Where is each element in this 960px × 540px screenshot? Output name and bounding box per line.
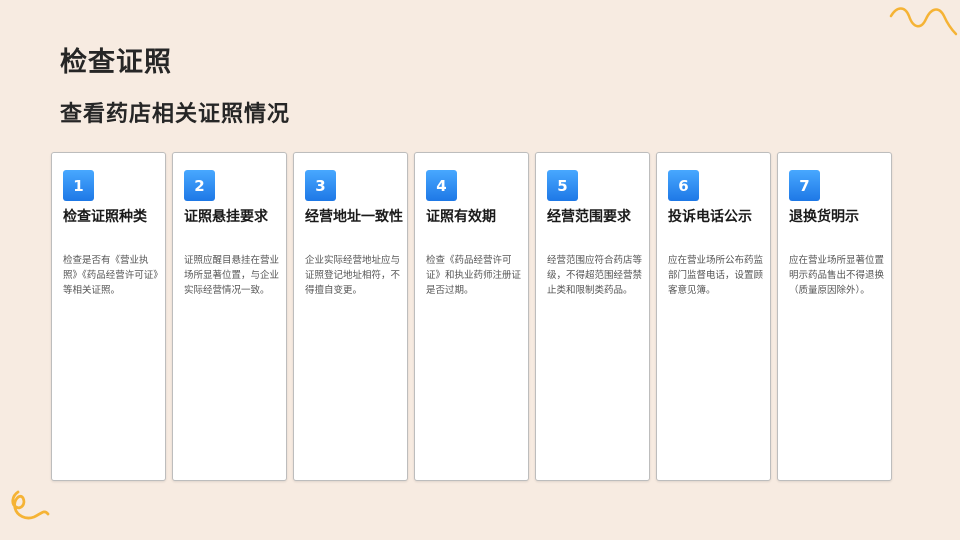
card-title: 经营地址一致性 [305, 209, 403, 225]
squiggle-decoration-icon [889, 7, 958, 36]
card-list: 1 检查证照种类 检查是否有《营业执照》《药品经营许可证》等相关证照。 2 证照… [51, 152, 892, 481]
number-badge: 5 [547, 170, 578, 201]
card-description: 应在营业场所公布药监部门监督电话，设置顾客意见簿。 [668, 255, 764, 296]
card-description: 证照应醒目悬挂在营业场所显著位置，与企业实际经营情况一致。 [184, 255, 280, 296]
page-subtitle: 查看药店相关证照情况 [60, 102, 291, 127]
card-title: 经营范围要求 [547, 209, 631, 225]
card-description: 检查《药品经营许可证》和执业药师注册证是否过期。 [426, 255, 522, 296]
card-item: 1 检查证照种类 检查是否有《营业执照》《药品经营许可证》等相关证照。 [51, 152, 166, 481]
card-description: 检查是否有《营业执照》《药品经营许可证》等相关证照。 [63, 255, 159, 296]
card-title: 证照有效期 [426, 209, 496, 225]
card-item: 5 经营范围要求 经营范围应符合药店等级，不得超范围经营禁止类和限制类药品。 [535, 152, 650, 481]
card-item: 6 投诉电话公示 应在营业场所公布药监部门监督电话，设置顾客意见簿。 [656, 152, 771, 481]
number-badge: 1 [63, 170, 94, 201]
page-title: 检查证照 [60, 47, 172, 78]
card-item: 7 退换货明示 应在营业场所显著位置明示药品售出不得退换（质量原因除外）。 [777, 152, 892, 481]
number-badge: 2 [184, 170, 215, 201]
number-badge: 7 [789, 170, 820, 201]
card-description: 应在营业场所显著位置明示药品售出不得退换（质量原因除外）。 [789, 255, 885, 296]
number-badge: 4 [426, 170, 457, 201]
card-title: 证照悬挂要求 [184, 209, 268, 225]
card-title: 检查证照种类 [63, 209, 147, 225]
number-badge: 6 [668, 170, 699, 201]
card-item: 4 证照有效期 检查《药品经营许可证》和执业药师注册证是否过期。 [414, 152, 529, 481]
card-title: 投诉电话公示 [668, 209, 752, 225]
card-description: 企业实际经营地址应与证照登记地址相符，不得擅自变更。 [305, 255, 401, 296]
card-title: 退换货明示 [789, 209, 859, 225]
number-badge: 3 [305, 170, 336, 201]
swirl-decoration-icon [11, 490, 50, 520]
card-description: 经营范围应符合药店等级，不得超范围经营禁止类和限制类药品。 [547, 255, 643, 296]
card-item: 3 经营地址一致性 企业实际经营地址应与证照登记地址相符，不得擅自变更。 [293, 152, 408, 481]
card-item: 2 证照悬挂要求 证照应醒目悬挂在营业场所显著位置，与企业实际经营情况一致。 [172, 152, 287, 481]
